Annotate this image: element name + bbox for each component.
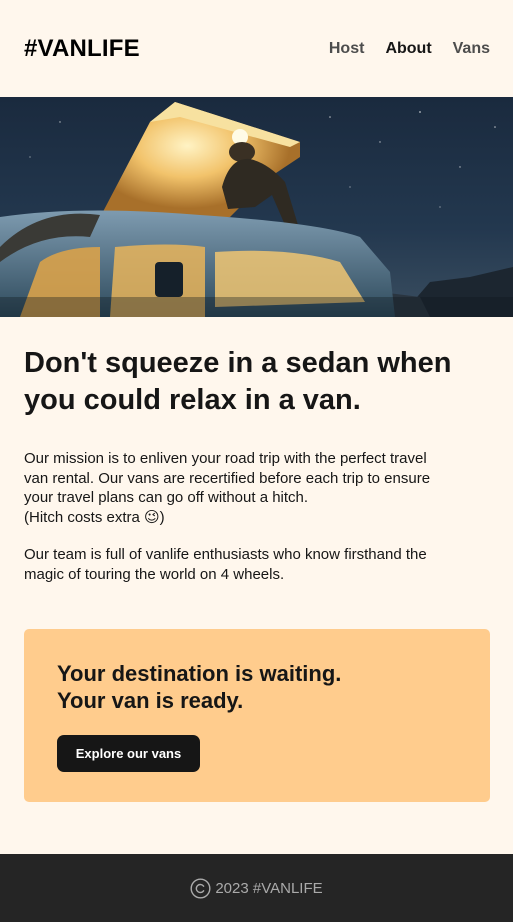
explore-vans-button[interactable]: Explore our vans <box>57 735 200 772</box>
van-camper-night-photo-icon <box>0 97 513 317</box>
team-line: magic of touring the world on 4 wheels. <box>24 565 285 583</box>
footer-copyright-text: 2023 #VANLIFE <box>215 879 323 897</box>
mission-line: Our mission is to enliven your road trip… <box>24 450 427 467</box>
site-logo[interactable]: #VANLIFE <box>24 35 140 63</box>
site-footer: 2023 #VANLIFE <box>0 854 513 922</box>
cta-title-line: Your van is ready. <box>57 688 244 713</box>
cta-card: Your destination is waiting. Your van is… <box>24 629 490 802</box>
main-nav: Host About Vans <box>329 40 490 58</box>
page-headline: Don't squeeze in a sedan when you could … <box>24 347 452 416</box>
about-content: Don't squeeze in a sedan when you could … <box>0 317 513 584</box>
cta-title: Your destination is waiting. Your van is… <box>57 660 457 714</box>
nav-link-host[interactable]: Host <box>329 40 365 58</box>
nav-link-about[interactable]: About <box>385 40 431 58</box>
copyright-icon <box>190 877 211 899</box>
site-header: #VANLIFE Host About Vans <box>0 0 513 97</box>
mission-line: your travel plans can go off without a h… <box>24 489 309 506</box>
mission-line: (Hitch costs extra 😉) <box>24 508 165 526</box>
mission-paragraph: Our mission is to enliven your road trip… <box>24 449 489 527</box>
nav-link-vans[interactable]: Vans <box>453 40 490 58</box>
hero-image <box>0 97 513 317</box>
team-paragraph: Our team is full of vanlife enthusiasts … <box>24 545 489 584</box>
mission-line: van rental. Our vans are recertified bef… <box>24 469 431 487</box>
cta-title-line: Your destination is waiting. <box>57 661 342 686</box>
team-line: Our team is full of vanlife enthusiasts … <box>24 546 427 563</box>
